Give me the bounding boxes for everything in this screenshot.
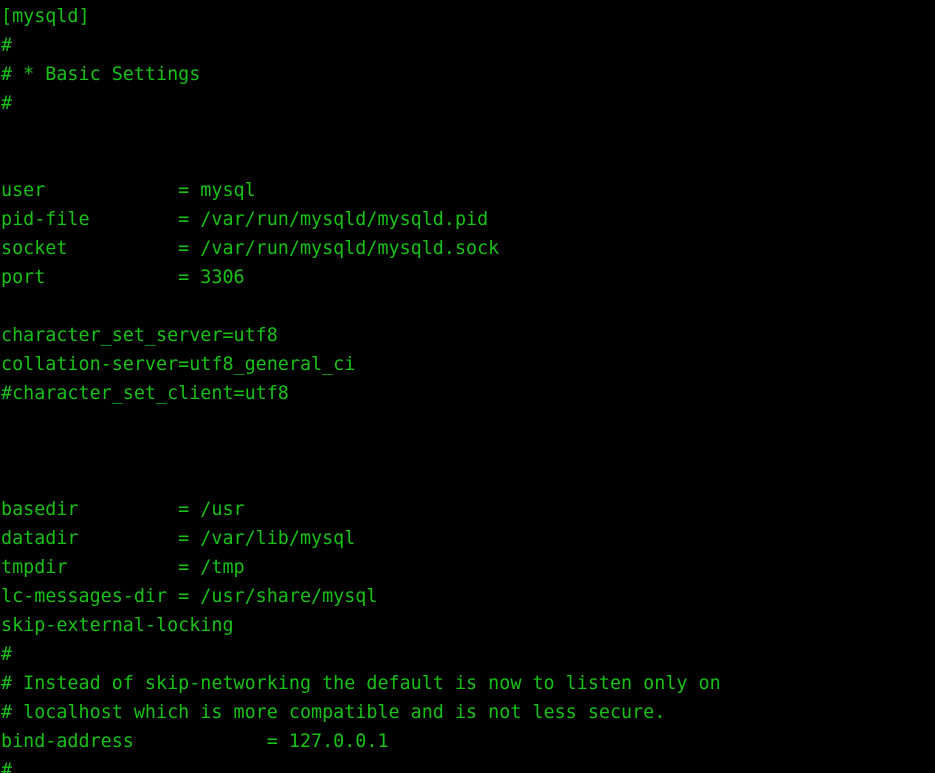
terminal-line-27: #	[1, 760, 13, 773]
terminal-line-20: tmpdir = /tmp	[1, 557, 245, 578]
terminal-line-12: character_set_server=utf8	[1, 325, 278, 346]
terminal-line-2: #	[1, 35, 13, 56]
terminal-line-6	[1, 147, 721, 176]
terminal-line-22: skip-external-locking	[1, 615, 234, 636]
terminal-line-5	[1, 118, 721, 147]
terminal-line-21: lc-messages-dir = /usr/share/mysql	[1, 586, 378, 607]
terminal-line-14: #character_set_client=utf8	[1, 383, 289, 404]
terminal-line-18: basedir = /usr	[1, 499, 245, 520]
terminal-line-7: user = mysql	[1, 180, 256, 201]
terminal-line-9: socket = /var/run/mysqld/mysqld.sock	[1, 238, 500, 259]
terminal-line-16	[1, 437, 721, 466]
terminal-window[interactable]: [mysqld] # # * Basic Settings # user = mysql…	[0, 0, 935, 773]
terminal-line-24: # Instead of skip-networking the default…	[1, 673, 721, 694]
terminal-line-26: bind-address = 127.0.0.1	[1, 731, 389, 752]
terminal-line-1: [mysqld]	[1, 6, 90, 27]
terminal-text-buffer: [mysqld] # # * Basic Settings # user = mysql…	[1, 2, 721, 773]
terminal-line-19: datadir = /var/lib/mysql	[1, 528, 356, 549]
terminal-line-23: #	[1, 644, 13, 665]
terminal-line-11	[1, 292, 721, 321]
terminal-line-8: pid-file = /var/run/mysqld/mysqld.pid	[1, 209, 489, 230]
terminal-line-13: collation-server=utf8_general_ci	[1, 354, 356, 375]
terminal-line-25: # localhost which is more compatible and…	[1, 702, 666, 723]
terminal-line-17	[1, 466, 721, 495]
terminal-line-15	[1, 408, 721, 437]
terminal-line-10: port = 3306	[1, 267, 245, 288]
terminal-line-3: # * Basic Settings	[1, 64, 201, 85]
terminal-line-4: #	[1, 93, 13, 114]
